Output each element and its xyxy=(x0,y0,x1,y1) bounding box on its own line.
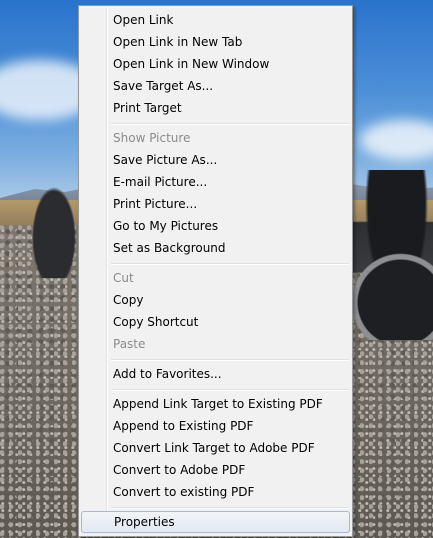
menu-separator xyxy=(111,123,349,125)
menu-item-show-picture: Show Picture xyxy=(113,131,191,145)
menu-separator xyxy=(111,263,349,265)
menu-item-email-picture[interactable]: E-mail Picture... xyxy=(81,171,350,193)
menu-item-append-to-existing-pdf[interactable]: Append to Existing PDF xyxy=(81,415,350,437)
menu-separator xyxy=(111,507,349,509)
menu-item-open-link[interactable]: Open Link xyxy=(81,9,350,31)
menu-item-go-to-my-pictures[interactable]: Go to My Pictures xyxy=(81,215,350,237)
menu-item-set-as-background[interactable]: Set as Background xyxy=(81,237,350,259)
menu-item-convert-to-existing-pdf[interactable]: Convert to existing PDF xyxy=(81,481,350,503)
menu-item-append-link-target-pdf[interactable]: Append Link Target to Existing PDF xyxy=(81,393,350,415)
motorcycle-left xyxy=(28,178,80,278)
menu-item-properties[interactable]: Properties xyxy=(81,511,350,533)
motorcycle-right xyxy=(352,170,433,340)
menu-item-save-picture-as[interactable]: Save Picture As... xyxy=(81,149,350,171)
menu-item-open-link-new-window[interactable]: Open Link in New Window xyxy=(81,53,350,75)
context-menu: Open Link Open Link in New Tab Open Link… xyxy=(78,5,353,537)
menu-item-convert-to-adobe-pdf[interactable]: Convert to Adobe PDF xyxy=(81,459,350,481)
menu-item-add-to-favorites[interactable]: Add to Favorites... xyxy=(81,363,350,385)
menu-item-convert-link-target-pdf[interactable]: Convert Link Target to Adobe PDF xyxy=(81,437,350,459)
menu-item-copy-shortcut[interactable]: Copy Shortcut xyxy=(81,311,350,333)
menu-item-print-picture[interactable]: Print Picture... xyxy=(81,193,350,215)
menu-separator xyxy=(111,389,349,391)
menu-item-cut: Cut xyxy=(113,271,134,285)
menu-separator xyxy=(111,359,349,361)
menu-item-open-link-new-tab[interactable]: Open Link in New Tab xyxy=(81,31,350,53)
menu-item-save-target-as[interactable]: Save Target As... xyxy=(81,75,350,97)
menu-item-copy[interactable]: Copy xyxy=(81,289,350,311)
menu-item-print-target[interactable]: Print Target xyxy=(81,97,350,119)
menu-item-paste: Paste xyxy=(113,337,146,351)
